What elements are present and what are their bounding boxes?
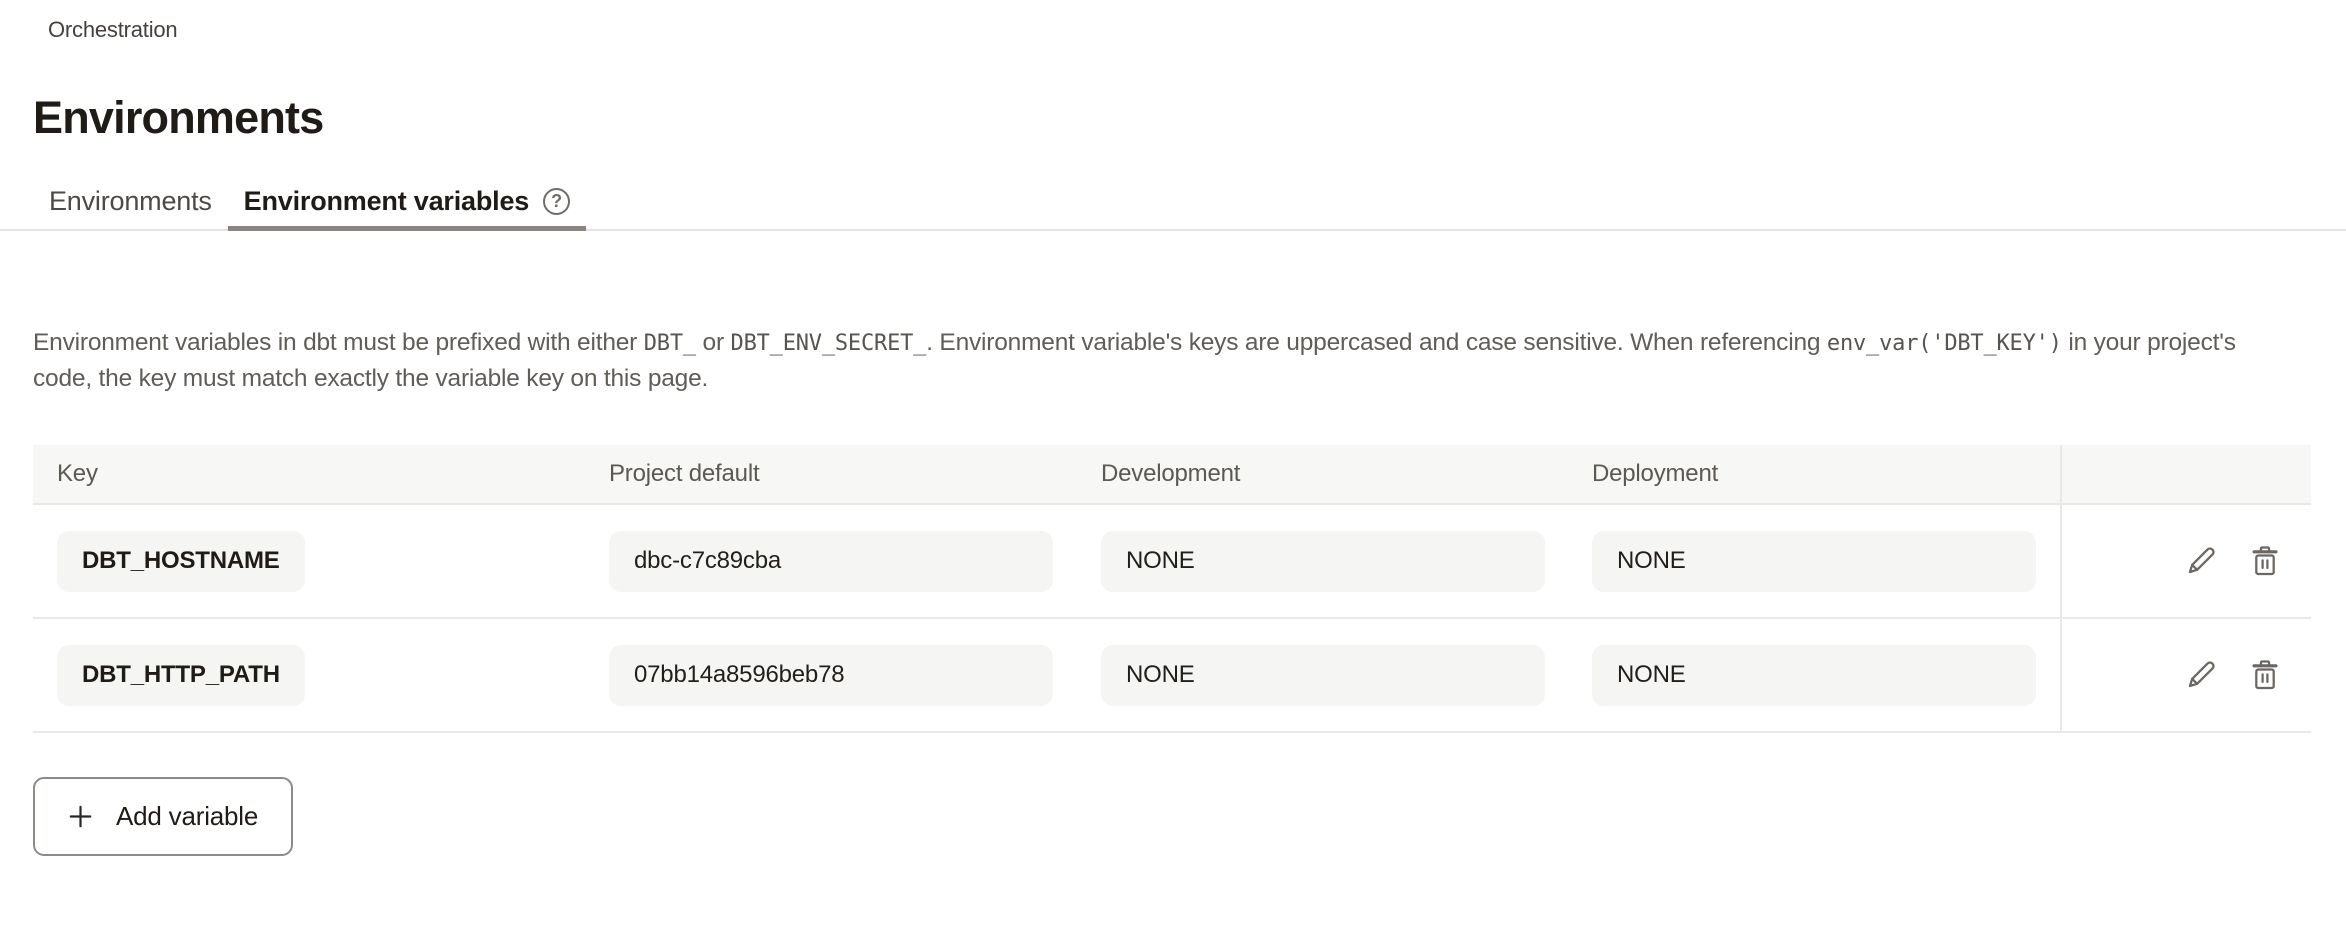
table-header-row: Key Project default Development Deployme… [33, 445, 2311, 505]
code-dbt-prefix: DBT_ [644, 331, 696, 356]
page-title: Environments [33, 92, 2346, 144]
add-variable-button[interactable]: Add variable [33, 777, 293, 856]
actions-column-divider [2060, 445, 2062, 733]
plus-icon [65, 801, 96, 832]
trash-icon [2247, 657, 2283, 693]
edit-variable-button[interactable] [2182, 656, 2220, 694]
code-env-var-call: env_var('DBT_KEY') [1827, 331, 2062, 356]
description-text: . Environment variable's keys are upperc… [926, 329, 1827, 356]
tab-environment-variables-label: Environment variables [244, 185, 529, 217]
description-text: or [696, 329, 731, 356]
column-header-development: Development [1101, 460, 1592, 488]
help-icon[interactable]: ? [543, 188, 570, 215]
delete-variable-button[interactable] [2246, 656, 2284, 694]
table-row: DBT_HTTP_PATH 07bb14a8596beb78 NONE NONE [33, 619, 2311, 733]
delete-variable-button[interactable] [2246, 542, 2284, 580]
column-header-key: Key [33, 460, 609, 488]
breadcrumb[interactable]: Orchestration [48, 16, 2346, 44]
env-vars-table: Key Project default Development Deployme… [33, 445, 2311, 733]
trash-icon [2247, 543, 2283, 579]
development-pill: NONE [1101, 645, 1545, 706]
tab-environments[interactable]: Environments [33, 164, 228, 231]
deployment-pill: NONE [1592, 645, 2036, 706]
column-header-deployment: Deployment [1592, 460, 2060, 488]
tab-environment-variables[interactable]: Environment variables ? [228, 164, 586, 231]
key-pill: DBT_HTTP_PATH [57, 645, 305, 706]
column-header-project-default: Project default [609, 460, 1101, 488]
pencil-icon [2183, 657, 2219, 693]
environment-variables-page: Orchestration Environments Environments … [0, 16, 2346, 856]
tab-bar: Environments Environment variables ? [0, 164, 2346, 231]
add-variable-label: Add variable [116, 801, 258, 832]
deployment-pill: NONE [1592, 531, 2036, 592]
edit-variable-button[interactable] [2182, 542, 2220, 580]
table-row: DBT_HOSTNAME dbc-c7c89cba NONE NONE [33, 505, 2311, 619]
key-pill: DBT_HOSTNAME [57, 531, 305, 592]
description: Environment variables in dbt must be pre… [33, 325, 2278, 396]
project-default-pill: dbc-c7c89cba [609, 531, 1053, 592]
development-pill: NONE [1101, 531, 1545, 592]
pencil-icon [2183, 543, 2219, 579]
project-default-pill: 07bb14a8596beb78 [609, 645, 1053, 706]
code-dbt-env-secret-prefix: DBT_ENV_SECRET_ [731, 331, 927, 356]
description-text: Environment variables in dbt must be pre… [33, 329, 644, 356]
